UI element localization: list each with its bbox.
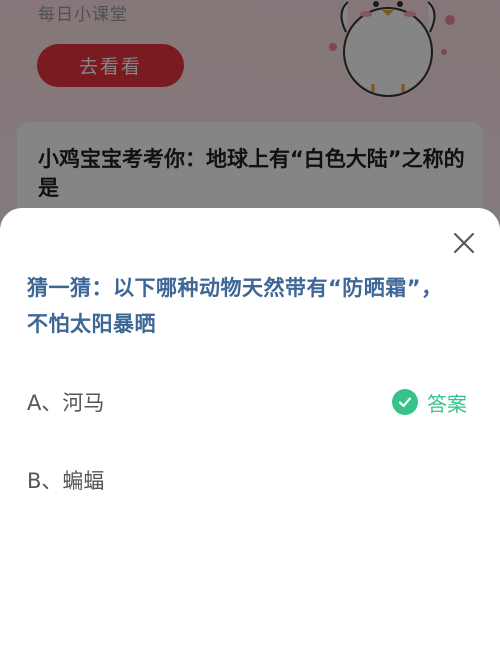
quiz-question: 猜一猜：以下哪种动物天然带有“防晒霜”，不怕太阳暴晒	[27, 276, 443, 336]
answer-tag: 答案	[392, 388, 467, 417]
option-a-label: A、河马	[27, 391, 105, 415]
option-a[interactable]: A、河马 答案	[0, 377, 500, 427]
option-b[interactable]: B、蝙蝠	[0, 455, 500, 505]
check-icon	[392, 389, 418, 415]
close-icon[interactable]	[452, 231, 476, 255]
option-b-label: B、蝙蝠	[27, 469, 105, 493]
answer-label: 答案	[427, 391, 467, 416]
